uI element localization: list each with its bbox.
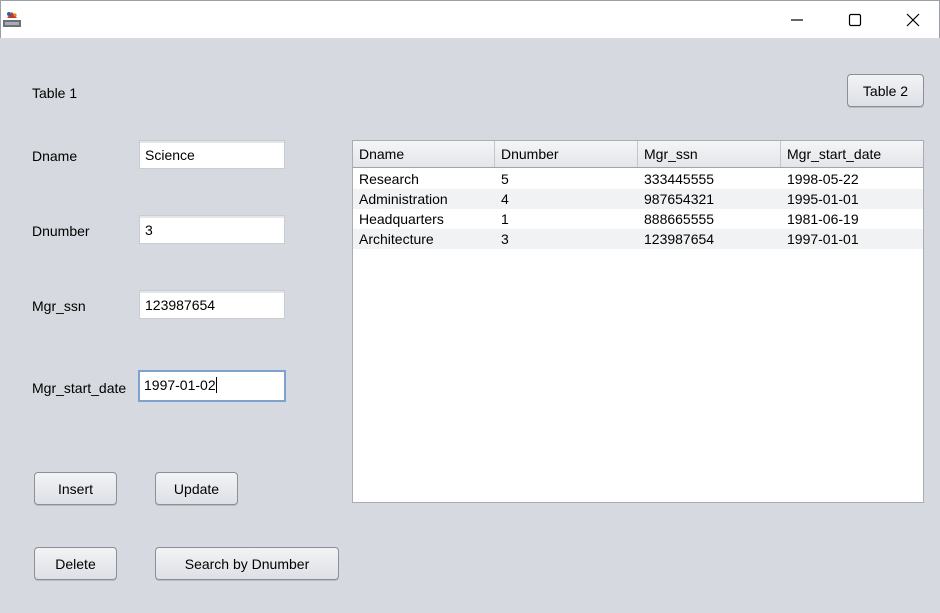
- maximize-button[interactable]: [826, 1, 884, 39]
- table-body: Research 5 333445555 1998-05-22 Administ…: [353, 169, 923, 249]
- table-cell: 4: [501, 191, 509, 207]
- table-cell: 3: [501, 231, 509, 247]
- table-row[interactable]: Research 5 333445555 1998-05-22: [353, 169, 923, 189]
- table-cell: 123987654: [644, 231, 715, 247]
- update-button[interactable]: Update: [155, 472, 238, 505]
- table-row[interactable]: Architecture 3 123987654 1997-01-01: [353, 229, 923, 249]
- minimize-button[interactable]: [768, 1, 826, 39]
- mgr-start-date-value: 1997-01-02: [144, 377, 216, 393]
- table-row[interactable]: Administration 4 987654321 1995-01-01: [353, 189, 923, 209]
- data-table[interactable]: Dname Dnumber Mgr_ssn Mgr_start_date Res…: [352, 140, 924, 503]
- title-bar: [0, 0, 940, 38]
- dname-label: Dname: [32, 148, 78, 164]
- main-panel: Table 1 Table 2 Dname Science Dnumber 3 …: [0, 38, 940, 613]
- table-cell: 1995-01-01: [787, 191, 859, 207]
- mgr-ssn-label: Mgr_ssn: [32, 298, 86, 314]
- table-cell: 1981-06-19: [787, 211, 859, 227]
- dname-field[interactable]: Science: [139, 140, 285, 169]
- table-cell: Research: [359, 171, 419, 187]
- column-header-dname[interactable]: Dname: [353, 141, 495, 167]
- table-cell: 1997-01-01: [787, 231, 859, 247]
- java-app-icon[interactable]: [2, 9, 22, 29]
- table-row[interactable]: Headquarters 1 888665555 1981-06-19: [353, 209, 923, 229]
- search-by-dnumber-button[interactable]: Search by Dnumber: [155, 547, 339, 580]
- table2-button[interactable]: Table 2: [847, 74, 924, 107]
- dnumber-field[interactable]: 3: [139, 215, 285, 244]
- table-cell: 1998-05-22: [787, 171, 859, 187]
- table-heading: Table 1: [32, 85, 78, 101]
- close-icon: [906, 13, 920, 27]
- mgr-start-date-label: Mgr_start_date: [32, 380, 127, 396]
- table-cell: Architecture: [359, 231, 434, 247]
- insert-button[interactable]: Insert: [34, 472, 117, 505]
- maximize-icon: [848, 13, 862, 27]
- column-header-mgr-ssn[interactable]: Mgr_ssn: [638, 141, 781, 167]
- close-button[interactable]: [884, 1, 940, 39]
- table-cell: 5: [501, 171, 509, 187]
- table-header: Dname Dnumber Mgr_ssn Mgr_start_date: [353, 141, 923, 168]
- table-cell: 333445555: [644, 171, 715, 187]
- table-cell: 987654321: [644, 191, 715, 207]
- dnumber-label: Dnumber: [32, 223, 90, 239]
- delete-button[interactable]: Delete: [34, 547, 117, 580]
- table-cell: 888665555: [644, 211, 715, 227]
- table-cell: Administration: [359, 191, 448, 207]
- mgr-ssn-field[interactable]: 123987654: [139, 290, 285, 319]
- table-cell: Headquarters: [359, 211, 444, 227]
- column-header-mgr-start-date[interactable]: Mgr_start_date: [781, 141, 923, 167]
- text-caret: [215, 377, 217, 393]
- minimize-icon: [791, 19, 803, 21]
- mgr-start-date-field[interactable]: 1997-01-02: [138, 370, 286, 402]
- column-header-dnumber[interactable]: Dnumber: [495, 141, 638, 167]
- table-cell: 1: [501, 211, 509, 227]
